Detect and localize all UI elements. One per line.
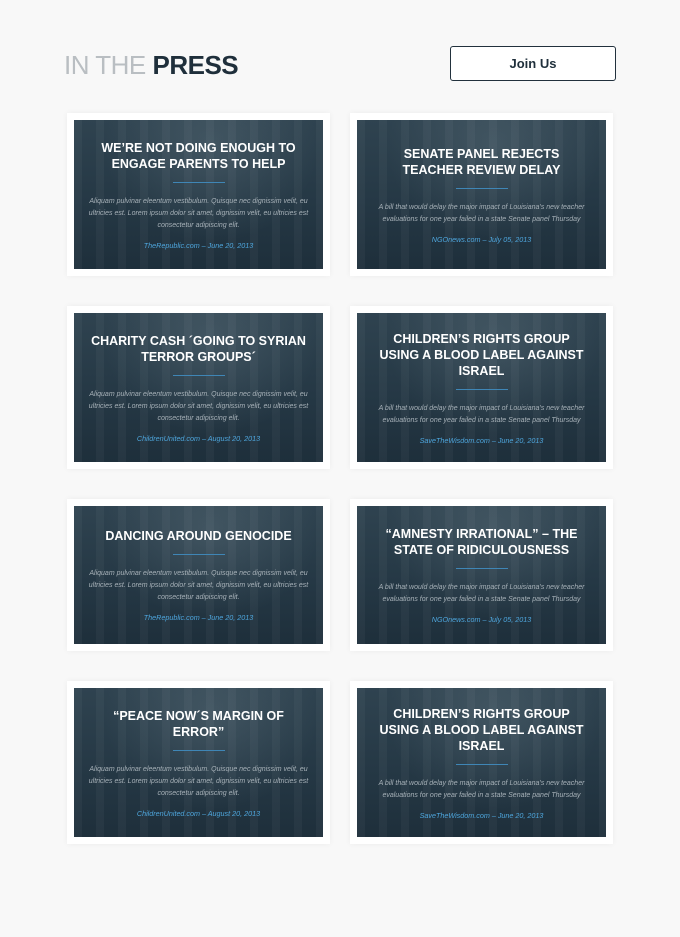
press-card-link[interactable]: WE’RE NOT DOING ENOUGH TO ENGAGE PARENTS… <box>74 120 323 269</box>
press-card-description: Aliquam pulvinar eleentum vestibulum. Qu… <box>88 570 309 601</box>
press-card-divider <box>455 187 508 189</box>
press-card-divider <box>455 568 508 569</box>
press-card-divider <box>455 388 508 390</box>
press-card: SENATE PANEL REJECTS TEACHER REVIEW DELA… <box>350 113 613 276</box>
press-card-divider <box>172 181 225 183</box>
press-card-title: SENATE PANEL REJECTS TEACHER REVIEW DELA… <box>402 146 561 177</box>
press-card-link[interactable]: DANCING AROUND GENOCIDE Aliquam pulvinar… <box>74 506 323 644</box>
page-title-bold: PRESS <box>152 50 239 80</box>
press-card-link[interactable]: CHILDREN’S RIGHTS GROUP USING A BLOOD LA… <box>357 313 606 462</box>
press-card: CHILDREN’S RIGHTS GROUP USING A BLOOD LA… <box>350 681 613 844</box>
press-card-title: WE’RE NOT DOING ENOUGH TO ENGAGE PARENTS… <box>101 140 296 171</box>
press-card-divider <box>172 374 225 376</box>
press-card: WE’RE NOT DOING ENOUGH TO ENGAGE PARENTS… <box>67 113 330 276</box>
press-card: CHILDREN’S RIGHTS GROUP USING A BLOOD LA… <box>350 306 613 469</box>
press-card-link[interactable]: “AMNESTY IRRATIONAL” – THE STATE OF RIDI… <box>357 506 606 644</box>
press-card-description: Aliquam pulvinar eleentum vestibulum. Qu… <box>88 390 309 422</box>
press-card-source[interactable]: TheRepublic.com – June 20, 2013 <box>144 613 253 622</box>
press-grid: WE’RE NOT DOING ENOUGH TO ENGAGE PARENTS… <box>67 113 613 844</box>
press-card-link[interactable]: CHILDREN’S RIGHTS GROUP USING A BLOOD LA… <box>357 688 606 837</box>
press-card-title: DANCING AROUND GENOCIDE <box>105 529 292 543</box>
press-card-divider <box>172 749 225 751</box>
press-card-link[interactable]: SENATE PANEL REJECTS TEACHER REVIEW DELA… <box>357 120 606 269</box>
press-card-source[interactable]: TheRepublic.com – June 20, 2013 <box>144 241 253 250</box>
press-card-source[interactable]: ChildrenUnited.com – August 20, 2013 <box>137 809 260 818</box>
press-card-description: A bill that would delay the major impact… <box>378 584 585 603</box>
press-card-source[interactable]: ChildrenUnited.com – August 20, 2013 <box>137 434 260 443</box>
press-card-description: A bill that would delay the major impact… <box>378 203 585 223</box>
join-us-button[interactable]: Join Us <box>450 46 616 81</box>
press-card-source[interactable]: SaveTheWisdom.com – June 20, 2013 <box>420 436 544 445</box>
press-card-divider <box>172 554 225 555</box>
press-card-title: CHARITY CASH ´GOING TO SYRIAN TERROR GRO… <box>91 333 306 364</box>
press-card-divider <box>455 763 508 765</box>
press-card-source[interactable]: NGOnews.com – July 05, 2013 <box>432 615 531 624</box>
press-card-title: CHILDREN’S RIGHTS GROUP USING A BLOOD LA… <box>379 331 584 378</box>
press-card: CHARITY CASH ´GOING TO SYRIAN TERROR GRO… <box>67 306 330 469</box>
press-card-description: Aliquam pulvinar eleentum vestibulum. Qu… <box>88 197 309 229</box>
press-card-description: A bill that would delay the major impact… <box>378 779 585 799</box>
press-card-link[interactable]: “PEACE NOW´S MARGIN OF ERROR” Aliquam pu… <box>74 688 323 837</box>
press-card-source[interactable]: NGOnews.com – July 05, 2013 <box>432 235 531 244</box>
page-title-light: IN THE <box>64 50 146 80</box>
page-title: IN THE PRESS <box>64 50 239 80</box>
press-card-title: “AMNESTY IRRATIONAL” – THE STATE OF RIDI… <box>385 527 578 557</box>
press-card: “PEACE NOW´S MARGIN OF ERROR” Aliquam pu… <box>67 681 330 844</box>
press-card: DANCING AROUND GENOCIDE Aliquam pulvinar… <box>67 499 330 651</box>
press-card-title: CHILDREN’S RIGHTS GROUP USING A BLOOD LA… <box>379 706 584 753</box>
press-card-source[interactable]: SaveTheWisdom.com – June 20, 2013 <box>420 811 544 820</box>
press-card-description: A bill that would delay the major impact… <box>378 404 585 424</box>
press-card-title: “PEACE NOW´S MARGIN OF ERROR” <box>113 708 284 739</box>
press-card-link[interactable]: CHARITY CASH ´GOING TO SYRIAN TERROR GRO… <box>74 313 323 462</box>
press-card: “AMNESTY IRRATIONAL” – THE STATE OF RIDI… <box>350 499 613 651</box>
press-card-description: Aliquam pulvinar eleentum vestibulum. Qu… <box>88 765 309 797</box>
